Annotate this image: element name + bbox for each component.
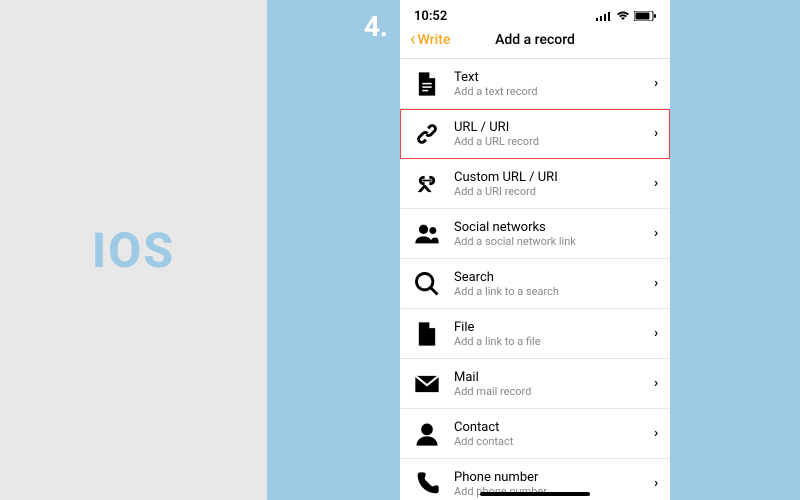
row-sub: Add a URL record	[454, 135, 654, 148]
phone-frame: 10:52 ‹ Write Add a record Text Add	[400, 0, 670, 500]
chevron-right-icon: ›	[654, 176, 658, 191]
status-time: 10:52	[414, 9, 447, 24]
record-row-search[interactable]: Search Add a link to a search ›	[400, 259, 670, 309]
row-sub: Add a link to a search	[454, 285, 654, 298]
row-title: Phone number	[454, 470, 654, 485]
wifi-icon	[616, 11, 630, 21]
row-title: URL / URI	[454, 120, 654, 135]
chevron-left-icon: ‹	[410, 31, 416, 49]
row-sub: Add a social network link	[454, 235, 654, 248]
record-row-mail[interactable]: Mail Add mail record ›	[400, 359, 670, 409]
chevron-right-icon: ›	[654, 426, 658, 441]
row-sub: Add a link to a file	[454, 335, 654, 348]
signal-icon	[596, 11, 612, 21]
chevron-right-icon: ›	[654, 376, 658, 391]
people-icon	[412, 219, 442, 249]
contact-icon	[412, 419, 442, 449]
status-indicators	[596, 11, 656, 21]
chevron-right-icon: ›	[654, 226, 658, 241]
platform-label: IOS	[92, 222, 175, 279]
record-row-custom-url[interactable]: Custom URL / URI Add a URI record ›	[400, 159, 670, 209]
back-button[interactable]: ‹ Write	[410, 31, 450, 49]
document-icon	[412, 69, 442, 99]
mail-icon	[412, 369, 442, 399]
chevron-right-icon: ›	[654, 276, 658, 291]
right-backdrop: 10:52 ‹ Write Add a record Text Add	[400, 0, 800, 500]
left-backdrop: IOS	[0, 0, 267, 500]
chevron-right-icon: ›	[654, 476, 658, 491]
record-row-file[interactable]: File Add a link to a file ›	[400, 309, 670, 359]
record-row-text[interactable]: Text Add a text record ›	[400, 59, 670, 109]
status-bar: 10:52	[400, 0, 670, 26]
home-indicator[interactable]	[480, 492, 590, 496]
link-icon	[412, 119, 442, 149]
battery-icon	[634, 11, 656, 21]
file-icon	[412, 319, 442, 349]
chevron-right-icon: ›	[654, 326, 658, 341]
row-title: Search	[454, 270, 654, 285]
row-title: Mail	[454, 370, 654, 385]
row-sub: Add a URI record	[454, 185, 654, 198]
back-label: Write	[418, 32, 451, 48]
row-title: Text	[454, 70, 654, 85]
row-sub: Add a text record	[454, 85, 654, 98]
record-list: Text Add a text record › URL / URI Add a…	[400, 58, 670, 500]
chevron-right-icon: ›	[654, 126, 658, 141]
row-title: Social networks	[454, 220, 654, 235]
row-sub: Add mail record	[454, 385, 654, 398]
chevron-right-icon: ›	[654, 76, 658, 91]
phone-icon	[412, 469, 442, 499]
record-row-contact[interactable]: Contact Add contact ›	[400, 409, 670, 459]
step-number: 4.	[364, 10, 388, 43]
row-title: File	[454, 320, 654, 335]
search-icon	[412, 269, 442, 299]
record-row-url[interactable]: URL / URI Add a URL record ›	[400, 109, 670, 159]
custom-link-icon	[412, 169, 442, 199]
page-title: Add a record	[495, 32, 575, 48]
mid-backdrop: 4.	[267, 0, 400, 500]
row-sub: Add contact	[454, 435, 654, 448]
record-row-social[interactable]: Social networks Add a social network lin…	[400, 209, 670, 259]
row-title: Custom URL / URI	[454, 170, 654, 185]
row-title: Contact	[454, 420, 654, 435]
nav-bar: ‹ Write Add a record	[400, 26, 670, 58]
